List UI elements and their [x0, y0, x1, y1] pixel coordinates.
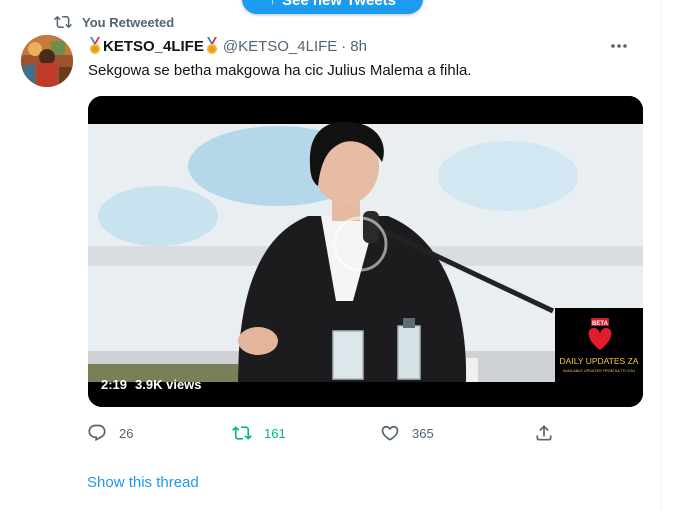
medal-icon [90, 37, 100, 54]
arrow-up-icon: ↑ [269, 0, 276, 6]
tweet-text: Sekgowa se betha makgowa ha cic Julius M… [88, 62, 472, 79]
see-new-tweets-label: See new Tweets [282, 0, 396, 9]
share-icon [536, 425, 552, 441]
like-button[interactable]: 365 [380, 421, 434, 445]
reply-icon [88, 424, 106, 442]
see-new-tweets-button[interactable]: ↑ See new Tweets [242, 0, 423, 14]
tweet-actions: 26 161 365 [87, 421, 557, 445]
heart-icon [381, 425, 399, 441]
retweet-button[interactable]: 161 [232, 421, 286, 445]
video-duration: 2:19 [101, 376, 128, 392]
retweet-icon [232, 426, 252, 440]
share-button[interactable] [534, 421, 554, 445]
tweet-timestamp[interactable]: 8h [350, 38, 367, 55]
video-views: 3.9K views [135, 376, 202, 392]
more-options-button[interactable] [607, 35, 631, 57]
timeline-column: ↑ See new Tweets You Retweeted KETSO_4LI… [0, 0, 662, 511]
display-name[interactable]: KETSO_4LIFE [103, 38, 204, 55]
watermark-subtitle: AVAILABLE UPDATES FROM SA TO YOU [563, 369, 635, 373]
tweet-header: KETSO_4LIFE @KETSO_4LIFE · 8h [88, 36, 648, 56]
user-handle[interactable]: @KETSO_4LIFE [223, 38, 337, 55]
avatar[interactable] [21, 35, 73, 87]
video-info: 2:19 3.9K views [101, 374, 202, 394]
show-thread-link[interactable]: Show this thread [87, 474, 199, 491]
medal-icon [206, 37, 217, 54]
like-count: 365 [412, 425, 434, 441]
more-dots-icon [611, 44, 627, 48]
video-frame: BETA DAILY UPDATES ZA AVAILABLE UPDATES … [88, 96, 643, 407]
reply-count: 26 [119, 425, 134, 441]
video-player[interactable]: BETA DAILY UPDATES ZA AVAILABLE UPDATES … [88, 96, 643, 407]
watermark-badge: BETA [592, 321, 609, 327]
watermark-title: DAILY UPDATES ZA [560, 356, 639, 366]
retweet-context-label: You Retweeted [82, 14, 175, 30]
retweet-icon [54, 15, 72, 29]
separator-dot: · [341, 37, 347, 55]
retweet-context: You Retweeted [54, 12, 174, 32]
retweet-count: 161 [264, 425, 286, 441]
reply-button[interactable]: 26 [87, 421, 133, 445]
